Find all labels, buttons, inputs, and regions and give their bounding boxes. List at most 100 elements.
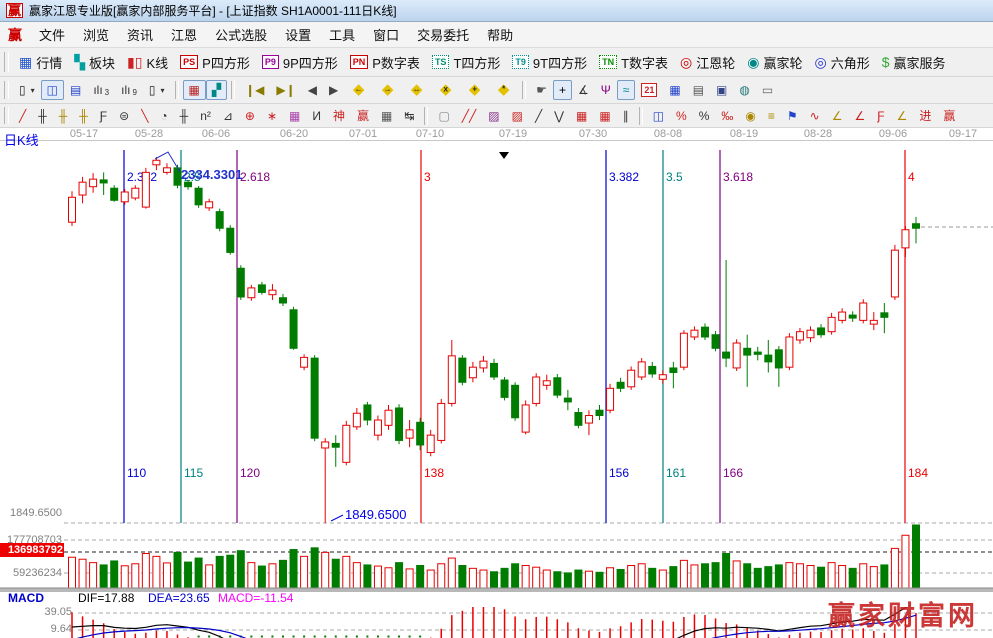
gann-compass-tool[interactable]: ⊕ bbox=[239, 106, 261, 126]
wave-tool[interactable]: ∿ bbox=[804, 106, 826, 126]
menu-window[interactable]: 窗口 bbox=[364, 23, 408, 46]
quotes-button[interactable]: ▦行情 bbox=[13, 50, 68, 75]
t-square-button[interactable]: TST四方形 bbox=[426, 50, 506, 75]
menu-formula-picker[interactable]: 公式选股 bbox=[206, 23, 276, 46]
first-page-button[interactable]: ❙◀ bbox=[239, 80, 270, 100]
diamond-plus-button[interactable]: ◆+ bbox=[460, 79, 489, 101]
hexagon-button[interactable]: ◎六角形 bbox=[809, 50, 876, 75]
notes-button[interactable]: ▤ bbox=[687, 80, 710, 100]
span-arrows-tool[interactable]: ↹ bbox=[398, 106, 420, 126]
advance-tool[interactable]: 进 bbox=[913, 106, 937, 126]
tick-ruler-tool[interactable]: ╫ bbox=[174, 106, 195, 126]
kline-button[interactable]: ▮▯K线 bbox=[121, 50, 174, 75]
gann-wheel-button[interactable]: ◎江恩轮 bbox=[674, 50, 741, 75]
percent-retrace-tool[interactable]: ‰ bbox=[715, 106, 739, 126]
time-cycle-tool[interactable]: ◔ bbox=[154, 106, 173, 126]
winner-service-button[interactable]: $赢家服务 bbox=[876, 50, 952, 75]
9t-square-button[interactable]: T99T四方形 bbox=[506, 50, 593, 75]
last-page-button[interactable]: ▶❙ bbox=[270, 80, 301, 100]
save-button[interactable]: ▣ bbox=[710, 80, 733, 100]
gann-shape-tool[interactable]: Ψ bbox=[595, 80, 617, 100]
diamond-all-button[interactable]: ◆* bbox=[489, 79, 518, 101]
volume-profile-toggle[interactable]: ▞ bbox=[206, 80, 227, 100]
percent-line-tool[interactable]: % bbox=[670, 106, 693, 126]
trend-line-tool[interactable]: ╱ bbox=[529, 106, 548, 126]
gann-fence-gold2-tool[interactable]: ╫ bbox=[73, 106, 94, 126]
candle-style-dropdown[interactable]: ▯▾ bbox=[13, 80, 41, 100]
menu-news[interactable]: 资讯 bbox=[118, 23, 162, 46]
diamond-x-button[interactable]: ◆x bbox=[431, 79, 460, 101]
titlebar[interactable]: 赢 赢家江恩专业版[赢家内部服务平台] - [上证指数 SH1A0001-111… bbox=[0, 0, 993, 22]
hand-tool[interactable]: ☛ bbox=[530, 80, 553, 100]
sectors-button[interactable]: ▚板块 bbox=[68, 50, 121, 75]
menu-help[interactable]: 帮助 bbox=[478, 23, 522, 46]
shear-box-tool[interactable]: ▨ bbox=[482, 106, 505, 126]
9p-square-button[interactable]: P99P四方形 bbox=[256, 50, 344, 75]
menu-gann[interactable]: 江恩 bbox=[162, 23, 206, 46]
frame-select-tool[interactable]: ▢ bbox=[432, 106, 455, 126]
gold-angle2-tool[interactable]: ∠ bbox=[891, 106, 914, 126]
hist-candle-tool[interactable]: ◫ bbox=[647, 106, 670, 126]
diamond-h-button[interactable]: ◆↔ bbox=[402, 79, 431, 101]
toolbar-grip[interactable] bbox=[4, 81, 9, 99]
candle-tool-dropdown[interactable]: ▯▾ bbox=[143, 80, 171, 100]
pattern-tool[interactable]: ≈ bbox=[617, 80, 636, 100]
marker-pen-tool[interactable]: ╲ bbox=[135, 106, 154, 126]
red-grid-tool[interactable]: ▦ bbox=[570, 106, 593, 126]
gann-grid-toggle[interactable]: ▦ bbox=[183, 80, 206, 100]
red-grid2-tool[interactable]: ▦ bbox=[593, 106, 616, 126]
menu-tools[interactable]: 工具 bbox=[320, 23, 364, 46]
workstation-button[interactable]: ▭ bbox=[756, 80, 779, 100]
flag-tool[interactable]: ⚑ bbox=[781, 106, 804, 126]
brush-tool[interactable]: ╱ bbox=[13, 106, 32, 126]
v-line-tool[interactable]: ⋁ bbox=[548, 106, 570, 126]
gann-coil-tool[interactable]: ⊜ bbox=[113, 106, 135, 126]
next-button[interactable]: ▶ bbox=[323, 80, 344, 100]
prev-button[interactable]: ◀ bbox=[302, 80, 323, 100]
gann-fence-f-tool[interactable]: Ƒ bbox=[94, 106, 113, 126]
ray-fan-tool[interactable]: ╱╱ bbox=[456, 106, 482, 126]
macd-pane-title[interactable]: MACD bbox=[8, 591, 44, 605]
p-square-button[interactable]: PSP四方形 bbox=[174, 50, 256, 75]
menu-browse[interactable]: 浏览 bbox=[74, 23, 118, 46]
gann-fence-tool[interactable]: ╫ bbox=[32, 106, 53, 126]
shen-tool[interactable]: 神 bbox=[327, 106, 351, 126]
toolbar-grip[interactable] bbox=[4, 52, 9, 72]
grid-123-tool[interactable]: ▦ bbox=[375, 106, 398, 126]
star-grid-tool[interactable]: ∗ bbox=[261, 106, 283, 126]
menu-settings[interactable]: 设置 bbox=[276, 23, 320, 46]
kline-chart[interactable]: 05-1705-2806-0606-2007-0107-1007-1907-30… bbox=[0, 128, 993, 638]
crosshair-tool[interactable]: + bbox=[553, 80, 572, 100]
gann-fence-gold-tool[interactable]: ╫ bbox=[53, 106, 74, 126]
parallel-lines-tool[interactable]: ∥ bbox=[617, 106, 635, 126]
n-square-tool[interactable]: n² bbox=[194, 106, 217, 126]
p-digit-table-button[interactable]: PNP数字表 bbox=[344, 50, 426, 75]
toolbar-grip[interactable] bbox=[4, 107, 9, 123]
angle-measure-tool[interactable]: ∡ bbox=[572, 80, 595, 100]
t-digit-table-button[interactable]: TNT数字表 bbox=[593, 50, 674, 75]
cross-grid-tool[interactable]: ▦ bbox=[283, 106, 306, 126]
ying-fence-tool[interactable]: 赢 bbox=[351, 106, 375, 126]
diamond-left-button[interactable]: ◆← bbox=[344, 79, 373, 101]
gold-section-tool[interactable]: ≡ bbox=[762, 106, 781, 126]
chart-3-button[interactable]: ılı3 bbox=[87, 80, 115, 100]
draw-overlay-toggle[interactable]: ◫ bbox=[41, 80, 64, 100]
zigzag-tool[interactable]: И bbox=[306, 106, 327, 126]
gold-circle-tool[interactable]: ◉ bbox=[739, 106, 761, 126]
calendar-button[interactable]: 21 bbox=[635, 80, 663, 100]
info-list-button[interactable]: ▤ bbox=[64, 80, 87, 100]
j-angle-tool[interactable]: ∠ bbox=[848, 106, 871, 126]
angle-ruler-tool[interactable]: ⊿ bbox=[217, 106, 239, 126]
chart-9-button[interactable]: ılı9 bbox=[115, 80, 143, 100]
menu-file[interactable]: 文件 bbox=[30, 23, 74, 46]
f-angle-tool[interactable]: Ƒ bbox=[871, 106, 890, 126]
shear-box2-tool[interactable]: ▨ bbox=[506, 106, 529, 126]
web-link-button[interactable]: ◍ bbox=[733, 80, 755, 100]
ying-tool[interactable]: 赢 bbox=[937, 106, 961, 126]
menu-trade-entrust[interactable]: 交易委托 bbox=[408, 23, 478, 46]
winner-wheel-button[interactable]: ◉赢家轮 bbox=[741, 50, 808, 75]
gold-angle-tool[interactable]: ∠ bbox=[826, 106, 849, 126]
diamond-right-button[interactable]: ◆→ bbox=[373, 79, 402, 101]
percent-tool[interactable]: % bbox=[693, 106, 716, 126]
calculator-button[interactable]: ▦ bbox=[663, 80, 686, 100]
